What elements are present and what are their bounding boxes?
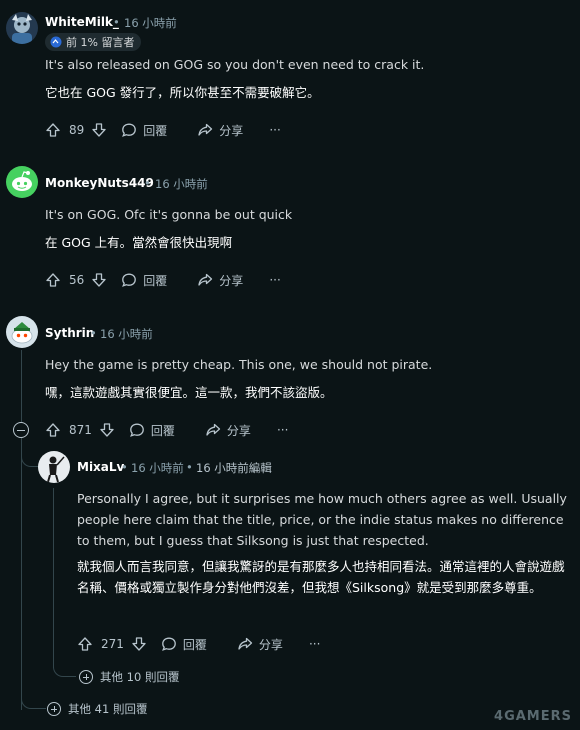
share-label: 分享: [258, 637, 283, 652]
more-options-button[interactable]: ···: [277, 423, 288, 437]
reply-connector: [53, 664, 76, 677]
comment-separator: •: [186, 460, 193, 474]
share-button[interactable]: 分享: [197, 122, 243, 139]
speech-bubble-icon: [129, 423, 144, 437]
top-commenter-badge: 前 1% 留言者: [45, 33, 142, 51]
comment-text-en: It's on GOG. Ofc it's gonna be out quick: [45, 207, 293, 222]
watermark-logo: 4GAMERS: [494, 709, 572, 724]
edited-timestamp: 16 小時前編輯: [196, 461, 272, 475]
comment-username[interactable]: Sythrin: [45, 326, 94, 340]
plus-circle-icon: [79, 670, 93, 684]
comment-username[interactable]: MixaLv: [77, 460, 124, 474]
comment-actions: 871 回覆 分享 ···: [45, 420, 288, 440]
vote-count: 89: [69, 123, 85, 137]
reply-label: 回覆: [150, 423, 175, 438]
comment-text-zh: 它也在 GOG 發行了，所以你甚至不需要破解它。: [45, 85, 320, 100]
share-button[interactable]: 分享: [197, 272, 243, 289]
avatar[interactable]: [6, 12, 38, 44]
comment-text-en: Hey the game is pretty cheap. This one, …: [45, 357, 433, 372]
upvote-button[interactable]: [45, 122, 61, 138]
reply-connector: [21, 696, 46, 709]
more-replies-root-button[interactable]: 其他 41 則回覆: [47, 701, 147, 717]
arrow-down-icon: [92, 123, 106, 137]
comment-separator: •: [144, 176, 151, 190]
comment-timestamp: 16 小時前: [100, 327, 153, 341]
downvote-button[interactable]: [99, 422, 115, 438]
comment-username[interactable]: WhiteMilk_: [45, 15, 119, 29]
comment-separator: •: [121, 460, 128, 474]
vote-count: 271: [101, 637, 124, 651]
reply-button[interactable]: 回覆: [121, 272, 167, 289]
comment-username[interactable]: MonkeyNuts449: [45, 176, 154, 190]
vote-count: 56: [69, 273, 85, 287]
speech-bubble-icon: [122, 273, 137, 287]
upvote-button[interactable]: [45, 422, 61, 438]
arrow-up-icon: [46, 123, 60, 137]
more-replies-label: 其他 41 則回覆: [68, 702, 148, 716]
comment-text-zh: 嘿，這款遊戲其實很便宜。這一款，我們不該盜版。: [45, 385, 333, 400]
more-options-button[interactable]: ···: [309, 637, 320, 651]
comment-actions: 89 回覆 分享 ···: [45, 120, 281, 140]
ellipsis-icon: ···: [276, 423, 289, 437]
reply-label: 回覆: [143, 123, 168, 138]
comment-text-en: Personally I agree, but it surprises me …: [77, 491, 567, 548]
comment-actions: 271 回覆 分享 ···: [77, 634, 320, 654]
comment-text-zh: 就我個人而言我同意，但讓我驚訝的是有那麼多人也持相同看法。通常這裡的人會說遊戲名…: [77, 559, 565, 595]
share-label: 分享: [219, 123, 244, 138]
reply-button[interactable]: 回覆: [161, 636, 207, 653]
comment-timestamp: 16 小時前: [131, 461, 184, 475]
share-button[interactable]: 分享: [237, 636, 283, 653]
top-commenter-icon: [50, 36, 62, 48]
vote-count: 871: [69, 423, 92, 437]
comment-timestamp: 16 小時前: [124, 16, 177, 30]
comment-separator: •: [90, 326, 97, 340]
ellipsis-icon: ···: [308, 637, 321, 651]
share-arrow-icon: [206, 423, 221, 436]
arrow-down-icon: [100, 423, 114, 437]
thread-line: [21, 350, 22, 710]
reply-connector: [21, 452, 38, 467]
downvote-button[interactable]: [131, 636, 147, 652]
reply-button[interactable]: 回覆: [129, 422, 175, 439]
arrow-up-icon: [46, 423, 60, 437]
more-options-button[interactable]: ···: [269, 123, 280, 137]
arrow-up-icon: [46, 273, 60, 287]
more-replies-label: 其他 10 則回覆: [100, 670, 180, 684]
arrow-down-icon: [92, 273, 106, 287]
avatar[interactable]: [6, 166, 38, 198]
more-options-button[interactable]: ···: [269, 273, 280, 287]
ellipsis-icon: ···: [269, 123, 281, 137]
downvote-button[interactable]: [91, 272, 107, 288]
avatar[interactable]: [38, 451, 70, 483]
upvote-button[interactable]: [77, 636, 93, 652]
reply-label: 回覆: [143, 273, 168, 288]
more-replies-nested-button[interactable]: 其他 10 則回覆: [79, 669, 179, 685]
thread-line: [53, 488, 54, 668]
badge-label: 前 1% 留言者: [66, 36, 135, 49]
avatar[interactable]: [6, 316, 38, 348]
comment-text-en: It's also released on GOG so you don't e…: [45, 57, 425, 72]
share-label: 分享: [219, 273, 244, 288]
ellipsis-icon: ···: [269, 273, 281, 287]
comment-separator: •: [113, 15, 120, 29]
plus-circle-icon: [47, 702, 61, 716]
comment-actions: 56 回覆 分享 ···: [45, 270, 281, 290]
speech-bubble-icon: [122, 123, 137, 137]
share-arrow-icon: [238, 637, 253, 650]
speech-bubble-icon: [161, 637, 176, 651]
downvote-button[interactable]: [91, 122, 107, 138]
share-arrow-icon: [198, 273, 213, 286]
upvote-button[interactable]: [45, 272, 61, 288]
reply-button[interactable]: 回覆: [121, 122, 167, 139]
reply-label: 回覆: [182, 637, 207, 652]
share-arrow-icon: [198, 123, 213, 136]
share-label: 分享: [226, 423, 251, 438]
comment-timestamp: 16 小時前: [155, 177, 208, 191]
arrow-down-icon: [132, 637, 146, 651]
share-button[interactable]: 分享: [205, 422, 251, 439]
arrow-up-icon: [78, 637, 92, 651]
comment-text-zh: 在 GOG 上有。當然會很快出現啊: [45, 235, 233, 250]
collapse-thread-button[interactable]: [13, 422, 29, 438]
